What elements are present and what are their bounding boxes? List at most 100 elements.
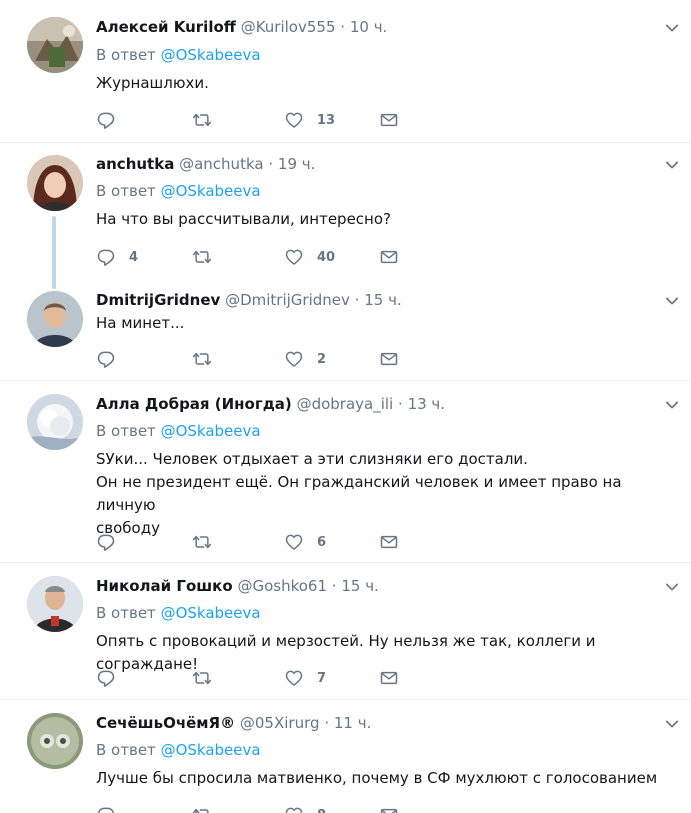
replying-to: В ответ @OSkabeeva <box>96 740 261 760</box>
display-name[interactable]: Николай Гошко <box>96 577 233 595</box>
reply-prefix: В ответ <box>96 604 156 622</box>
user-handle[interactable]: @Goshko61 <box>237 577 327 595</box>
replying-to: В ответ @OSkabeeva <box>96 45 261 65</box>
timestamp[interactable]: 15 ч. <box>341 577 379 595</box>
reply-to-link[interactable]: @OSkabeeva <box>161 182 261 200</box>
chevron-down-icon[interactable] <box>663 715 681 733</box>
display-name[interactable]: СечёшьОчёмЯ® <box>96 714 235 732</box>
reply-button[interactable] <box>96 532 116 552</box>
tweet-header: Николай Гошко @Goshko61 · 15 ч. <box>96 576 379 596</box>
reply-button[interactable] <box>96 110 116 130</box>
tweet-header: anchutka @anchutka · 19 ч. <box>96 154 315 174</box>
dm-button[interactable] <box>379 247 399 267</box>
separator-dot: · <box>340 18 346 36</box>
reply-icon <box>96 110 116 130</box>
reply-icon <box>96 247 116 267</box>
tweet-text-line: Он не президент ещё. Он гражданский чело… <box>96 473 622 514</box>
avatar[interactable] <box>27 576 83 632</box>
reply-prefix: В ответ <box>96 741 156 759</box>
retweet-icon <box>192 805 212 813</box>
timestamp[interactable]: 13 ч. <box>408 395 446 413</box>
like-button[interactable]: 7 <box>284 668 326 688</box>
user-handle[interactable]: @dobraya_ili <box>297 395 394 413</box>
reply-button[interactable]: 4 <box>96 247 138 267</box>
avatar[interactable] <box>27 17 83 73</box>
like-count: 2 <box>317 351 327 367</box>
envelope-icon <box>379 110 399 130</box>
display-name[interactable]: DmitrijGridnev <box>96 291 220 309</box>
timestamp[interactable]: 19 ч. <box>278 155 316 173</box>
chevron-down-icon[interactable] <box>663 292 681 310</box>
retweet-icon <box>192 247 212 267</box>
like-button[interactable]: 40 <box>284 247 335 267</box>
chevron-down-icon[interactable] <box>663 578 681 596</box>
retweet-button[interactable] <box>192 247 212 267</box>
user-handle[interactable]: @Kurilov555 <box>241 18 336 36</box>
reply-count: 4 <box>129 249 139 265</box>
tweet-text: На что вы рассчитывали, интересно? <box>96 210 392 228</box>
tweet-text-line: SУки... Человек отдыхает а эти слизняки … <box>96 450 528 468</box>
envelope-icon <box>379 805 399 813</box>
avatar[interactable] <box>27 155 83 211</box>
reply-button[interactable] <box>96 349 116 369</box>
reply-icon <box>96 668 116 688</box>
heart-icon <box>284 532 304 552</box>
display-name[interactable]: Алексей Kuriloff <box>96 18 236 36</box>
replying-to: В ответ @OSkabeeva <box>96 181 261 201</box>
user-handle[interactable]: @anchutka <box>179 155 263 173</box>
reply-button[interactable] <box>96 668 116 688</box>
dm-button[interactable] <box>379 532 399 552</box>
retweet-button[interactable] <box>192 110 212 130</box>
reply-button[interactable] <box>96 805 116 813</box>
chevron-down-icon[interactable] <box>663 396 681 414</box>
timestamp[interactable]: 15 ч. <box>364 291 402 309</box>
retweet-button[interactable] <box>192 532 212 552</box>
reply-to-link[interactable]: @OSkabeeva <box>161 422 261 440</box>
retweet-button[interactable] <box>192 805 212 813</box>
separator-dot: · <box>268 155 274 173</box>
tweet[interactable]: anchutka @anchutka · 19 ч. В ответ @OSka… <box>0 143 691 289</box>
like-button[interactable]: 2 <box>284 349 326 369</box>
display-name[interactable]: anchutka <box>96 155 174 173</box>
reply-to-link[interactable]: @OSkabeeva <box>161 741 261 759</box>
like-count: 7 <box>317 670 327 686</box>
tweet[interactable]: DmitrijGridnev @DmitrijGridnev · 15 ч. Н… <box>0 280 691 381</box>
timestamp[interactable]: 10 ч. <box>350 18 388 36</box>
dm-button[interactable] <box>379 349 399 369</box>
avatar[interactable] <box>27 394 83 450</box>
reply-to-link[interactable]: @OSkabeeva <box>161 46 261 64</box>
avatar[interactable] <box>27 291 83 347</box>
separator-dot: · <box>354 291 360 309</box>
chevron-down-icon[interactable] <box>663 19 681 37</box>
chevron-down-icon[interactable] <box>663 156 681 174</box>
avatar[interactable] <box>27 713 83 769</box>
tweet[interactable]: Алла Добрая (Иногда) @dobraya_ili · 13 ч… <box>0 381 691 563</box>
dm-button[interactable] <box>379 805 399 813</box>
reply-prefix: В ответ <box>96 46 156 64</box>
envelope-icon <box>379 668 399 688</box>
tweet[interactable]: СечёшьОчёмЯ® @05Xirurg · 11 ч. В ответ @… <box>0 700 691 813</box>
tweet-text: Журнашлюхи. <box>96 74 209 92</box>
tweet[interactable]: Николай Гошко @Goshko61 · 15 ч. В ответ … <box>0 563 691 700</box>
timestamp[interactable]: 11 ч. <box>334 714 372 732</box>
dm-button[interactable] <box>379 110 399 130</box>
separator-dot: · <box>398 395 403 413</box>
user-handle[interactable]: @DmitrijGridnev <box>225 291 350 309</box>
like-button[interactable]: 13 <box>284 110 335 130</box>
like-button[interactable]: 8 <box>284 805 326 813</box>
retweet-button[interactable] <box>192 668 212 688</box>
separator-dot: · <box>331 577 337 595</box>
like-count: 40 <box>317 249 336 265</box>
reply-to-link[interactable]: @OSkabeeva <box>161 604 261 622</box>
like-count: 6 <box>317 534 327 550</box>
dm-button[interactable] <box>379 668 399 688</box>
tweet[interactable]: Алексей Kuriloff @Kurilov555 · 10 ч. В о… <box>0 0 691 143</box>
tweet-header: DmitrijGridnev @DmitrijGridnev · 15 ч. <box>96 290 402 310</box>
user-handle[interactable]: @05Xirurg <box>240 714 320 732</box>
retweet-icon <box>192 532 212 552</box>
display-name[interactable]: Алла Добрая (Иногда) <box>96 395 292 413</box>
retweet-icon <box>192 349 212 369</box>
like-button[interactable]: 6 <box>284 532 326 552</box>
retweet-button[interactable] <box>192 349 212 369</box>
reply-prefix: В ответ <box>96 182 156 200</box>
